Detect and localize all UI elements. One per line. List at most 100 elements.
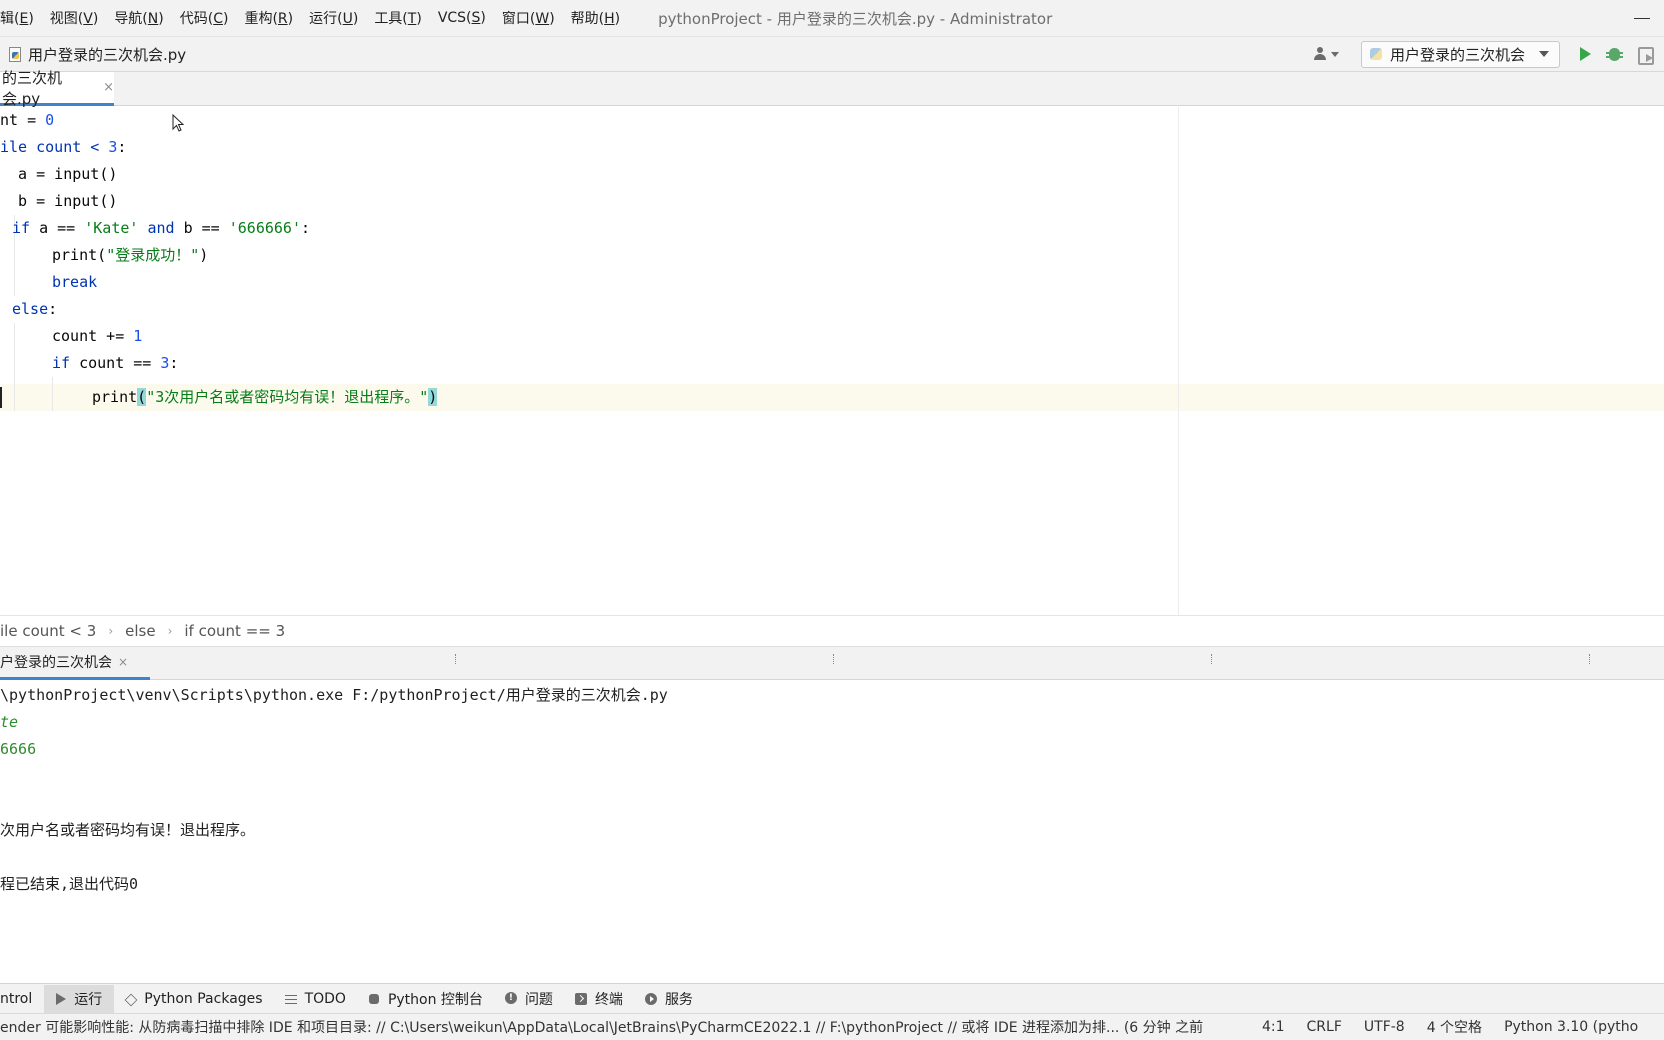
toolbar-right: 用户登录的三次机会: [1313, 37, 1664, 71]
breadcrumb-separator: ›: [167, 624, 173, 638]
run-config-label: 用户登录的三次机会: [1389, 45, 1525, 64]
tool-label: 服务: [664, 991, 693, 1008]
breadcrumb-while[interactable]: ile count < 3: [0, 622, 96, 640]
run-icon[interactable]: [1574, 43, 1596, 65]
status-widgets: 4:1 CRLF UTF-8 4 个空格 Python 3.10 (pytho: [1262, 1017, 1638, 1037]
play-icon: [54, 992, 67, 1005]
nav-file-name: 用户登录的三次机会.py: [28, 45, 187, 64]
run-console[interactable]: \pythonProject\venv\Scripts\python.exe F…: [0, 680, 1664, 983]
tool-label: Python Packages: [144, 990, 263, 1007]
console-line: \pythonProject\venv\Scripts\python.exe F…: [0, 686, 668, 704]
status-line-separator[interactable]: CRLF: [1307, 1019, 1342, 1035]
code-line-9: count += 1: [52, 327, 143, 345]
editor-tab-bar: 的三次机会.py ×: [0, 69, 1664, 108]
nav-file-breadcrumb[interactable]: 用户登录的三次机会.py: [8, 44, 186, 65]
tool-run[interactable]: 运行: [44, 984, 115, 1013]
run-tab[interactable]: 户登录的三次机会 ×: [0, 647, 150, 680]
info-icon: [504, 991, 517, 1005]
breadcrumb-if[interactable]: if count == 3: [184, 622, 285, 640]
services-icon: [644, 992, 657, 1005]
status-interpreter[interactable]: Python 3.10 (pytho: [1504, 1019, 1638, 1035]
layers-icon: [124, 993, 136, 1005]
coverage-icon[interactable]: [1634, 43, 1656, 65]
code-line-5: if a == 'Kate' and b == '666666':: [12, 219, 311, 237]
status-encoding[interactable]: UTF-8: [1364, 1019, 1405, 1035]
status-message[interactable]: ender 可能影响性能: 从防病毒扫描中排除 IDE 和项目目录: // C:…: [0, 1017, 1262, 1037]
tool-python-packages[interactable]: Python Packages: [114, 985, 274, 1013]
console-input-line: 6666: [0, 740, 37, 758]
menu-window[interactable]: 窗口(W): [502, 8, 555, 28]
python-icon: [368, 993, 380, 1005]
editor-tab-label: 的三次机会.py: [2, 68, 63, 108]
close-icon[interactable]: ×: [118, 655, 128, 669]
python-icon: [1369, 48, 1382, 60]
menu-bar: 辑(E) 视图(V) 导航(N) 代码(C) 重构(R) 运行(U) 工具(T)…: [0, 0, 1664, 36]
chevron-down-icon: [1330, 51, 1339, 57]
code-line-4: b = input(): [0, 192, 118, 210]
menu-vcs[interactable]: VCS(S): [438, 10, 486, 26]
status-indent[interactable]: 4 个空格: [1427, 1017, 1482, 1037]
run-tab-label: 户登录的三次机会: [0, 655, 112, 671]
tool-label: ntrol: [0, 990, 33, 1007]
indent-guide: [14, 323, 15, 411]
debug-icon[interactable]: [1604, 43, 1626, 65]
menu-code[interactable]: 代码(C): [180, 8, 229, 28]
minimize-icon[interactable]: [1634, 10, 1650, 26]
code-line-8: else:: [12, 300, 58, 318]
chevron-down-icon: [1539, 51, 1549, 57]
code-breadcrumb: ile count < 3 › else › if count == 3: [0, 615, 1664, 647]
code-line-7: break: [52, 273, 98, 291]
user-menu-button[interactable]: [1313, 47, 1339, 61]
tool-version-control[interactable]: ntrol: [0, 985, 44, 1013]
code-editor[interactable]: nt = 0 ile count < 3: a = input() b = in…: [0, 107, 1664, 615]
status-bar: ender 可能影响性能: 从防病毒扫描中排除 IDE 和项目目录: // C:…: [0, 1013, 1664, 1040]
menu-navigate[interactable]: 导航(N): [114, 8, 163, 28]
navigation-bar: 用户登录的三次机会.py 用户登录的三次机会: [0, 36, 1664, 72]
tool-terminal[interactable]: 终端: [565, 985, 635, 1013]
tool-label: 问题: [524, 991, 553, 1008]
run-config-selector[interactable]: 用户登录的三次机会: [1360, 40, 1560, 68]
panel-resize-handle[interactable]: [455, 654, 457, 664]
tool-python-console[interactable]: Python 控制台: [358, 985, 495, 1013]
panel-resize-handle[interactable]: [833, 654, 835, 664]
breadcrumb-else[interactable]: else: [125, 622, 155, 640]
code-line-6: print("登录成功！"): [52, 246, 209, 264]
console-input-line: te: [0, 713, 19, 731]
python-file-icon: [8, 46, 22, 62]
code-line-10: if count == 3:: [52, 354, 179, 372]
list-icon: [284, 993, 297, 1005]
menu-view[interactable]: 视图(V): [50, 8, 99, 28]
close-icon[interactable]: ×: [103, 80, 114, 95]
menu-help[interactable]: 帮助(H): [571, 8, 620, 28]
run-panel-header: 户登录的三次机会 ×: [0, 647, 1664, 680]
indent-guide: [52, 377, 53, 411]
user-icon: [1313, 47, 1327, 61]
console-line: 次用户名或者密码均有误！退出程序。: [0, 821, 256, 839]
code-line-2: ile count < 3:: [0, 138, 127, 156]
tool-label: TODO: [304, 990, 346, 1007]
menu-run[interactable]: 运行(U): [309, 8, 358, 28]
code-line-3: a = input(): [0, 165, 118, 183]
breadcrumb-separator: ›: [108, 624, 114, 638]
tool-todo[interactable]: TODO: [275, 985, 358, 1013]
tool-label: Python 控制台: [387, 991, 483, 1008]
tool-label: 终端: [594, 991, 623, 1008]
menu-edit[interactable]: 辑(E): [0, 8, 34, 28]
tool-window-strip: ntrol 运行 Python Packages TODO Python 控制台…: [0, 983, 1664, 1013]
tool-services[interactable]: 服务: [635, 985, 705, 1013]
mouse-pointer-icon: [172, 114, 185, 132]
editor-tab-active[interactable]: 的三次机会.py ×: [0, 69, 114, 108]
panel-resize-handle[interactable]: [1211, 654, 1213, 664]
window-title: pythonProject - 用户登录的三次机会.py - Administr…: [658, 9, 1053, 28]
console-line: 程已结束,退出代码0: [0, 875, 139, 893]
status-caret-position[interactable]: 4:1: [1262, 1019, 1285, 1035]
text-caret: [0, 387, 2, 408]
terminal-icon: [574, 992, 587, 1005]
right-margin-guide: [1178, 107, 1179, 615]
code-line-1: nt = 0: [0, 111, 55, 129]
panel-resize-handle[interactable]: [1589, 654, 1591, 664]
menu-tools[interactable]: 工具(T): [374, 8, 422, 28]
tool-problems[interactable]: 问题: [495, 985, 565, 1013]
menu-refactor[interactable]: 重构(R): [244, 8, 293, 28]
code-line-11: print("3次用户名或者密码均有误！退出程序。"): [92, 388, 438, 406]
